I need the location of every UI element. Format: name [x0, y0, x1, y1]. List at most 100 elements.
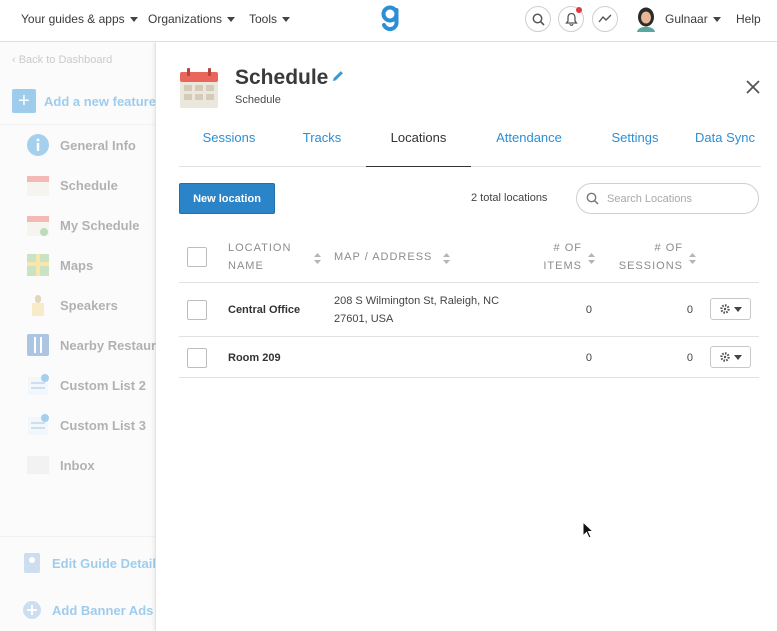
info-icon [27, 134, 49, 156]
add-banner-ads-label: Add Banner Ads [52, 602, 154, 618]
table-header: LOCATION NAME MAP / ADDRESS # OF ITEMS #… [179, 235, 759, 283]
page-subtitle: Schedule [235, 94, 281, 106]
guides-apps-menu-label: Your guides & apps [21, 12, 125, 26]
new-location-button[interactable]: New location [179, 183, 275, 214]
user-name: Gulnaar [665, 12, 708, 26]
my-schedule-icon [27, 216, 49, 236]
guides-apps-menu[interactable]: Your guides & apps [21, 12, 138, 26]
header-label: # OF [553, 242, 582, 254]
mouse-cursor-icon [582, 521, 594, 539]
activity-chart-icon [598, 14, 612, 23]
chevron-down-icon [227, 16, 236, 22]
sidebar-item-inbox[interactable]: Inbox [26, 453, 95, 477]
plus-icon: + [12, 89, 36, 113]
page-title: Schedule [235, 66, 329, 89]
chevron-down-icon [734, 354, 742, 360]
edit-guide-details-label: Edit Guide Details [52, 555, 164, 571]
column-header-location-name[interactable]: LOCATION NAME [228, 239, 291, 275]
sidebar: ‹ Back to Dashboard + Add a new feature … [0, 42, 183, 631]
location-address: 208 S Wilmington St, Raleigh, NC 27601, … [334, 292, 524, 328]
add-banner-ads-link[interactable]: Add Banner Ads [22, 600, 153, 620]
tab-bar: Sessions Tracks Locations Attendance Set… [179, 122, 761, 167]
top-navigation-bar: Your guides & apps Organizations Tools G… [0, 0, 777, 42]
search-locations-field[interactable] [576, 183, 759, 214]
header-label: ITEMS [543, 260, 582, 272]
sidebar-item-label: Schedule [60, 177, 118, 193]
tab-tracks[interactable]: Tracks [279, 122, 365, 167]
tab-attendance[interactable]: Attendance [479, 122, 579, 167]
fork-knife-icon [27, 334, 49, 356]
sort-icon[interactable] [588, 253, 595, 264]
calendar-icon [180, 68, 218, 108]
select-all-checkbox[interactable] [187, 247, 207, 267]
banner-ads-icon [23, 601, 41, 619]
row-actions-button[interactable] [710, 346, 751, 368]
microphone-icon [32, 295, 44, 316]
sidebar-item-label: Inbox [60, 457, 95, 473]
column-header-items[interactable]: # OF ITEMS [537, 239, 582, 275]
table-row[interactable]: Central Office 208 S Wilmington St, Rale… [179, 284, 759, 337]
close-icon[interactable] [745, 79, 761, 95]
organizations-menu[interactable]: Organizations [148, 12, 236, 26]
chevron-down-icon [282, 16, 291, 22]
sidebar-item-custom-list-3[interactable]: Custom List 3 [26, 413, 146, 437]
search-icon [586, 192, 599, 205]
sidebar-item-label: My Schedule [60, 217, 140, 233]
sidebar-item-schedule[interactable]: Schedule [26, 173, 118, 197]
inbox-icon [27, 456, 49, 474]
search-button[interactable] [525, 6, 551, 32]
bell-icon [564, 12, 578, 26]
header-label: # OF [654, 242, 683, 254]
user-menu[interactable]: Gulnaar [665, 12, 721, 26]
guide-details-icon [24, 553, 40, 573]
gear-icon [720, 352, 730, 362]
sidebar-item-maps[interactable]: Maps [26, 253, 93, 277]
notifications-button[interactable] [558, 6, 584, 32]
sidebar-item-label: Custom List 3 [60, 417, 146, 433]
organizations-menu-label: Organizations [148, 12, 223, 26]
custom-list-icon [28, 414, 49, 435]
chevron-down-icon [129, 16, 138, 22]
activity-button[interactable] [592, 6, 618, 32]
edit-guide-details-link[interactable]: Edit Guide Details [22, 552, 163, 574]
search-locations-input[interactable] [607, 192, 747, 205]
sidebar-item-speakers[interactable]: Speakers [26, 293, 118, 317]
sidebar-item-general-info[interactable]: General Info [26, 133, 136, 157]
notification-badge [576, 7, 582, 13]
tab-sessions[interactable]: Sessions [179, 122, 279, 167]
header-label: MAP / ADDRESS [334, 251, 433, 263]
pencil-icon[interactable] [331, 69, 345, 83]
items-count: 0 [585, 304, 592, 316]
table-row[interactable]: Room 209 0 0 [179, 338, 759, 378]
location-name: Central Office [228, 304, 301, 316]
row-checkbox[interactable] [187, 300, 207, 320]
row-checkbox[interactable] [187, 348, 207, 368]
user-avatar[interactable] [635, 6, 657, 32]
tab-settings[interactable]: Settings [591, 122, 679, 167]
help-link[interactable]: Help [736, 12, 761, 26]
chevron-down-icon [712, 16, 721, 22]
sort-icon[interactable] [314, 253, 321, 264]
sidebar-divider [0, 536, 156, 537]
column-header-address[interactable]: MAP / ADDRESS [334, 248, 432, 266]
sidebar-item-custom-list-2[interactable]: Custom List 2 [26, 373, 146, 397]
guidebook-logo-icon[interactable] [380, 4, 400, 32]
sort-icon[interactable] [689, 253, 696, 264]
sessions-count: 0 [686, 304, 693, 316]
sidebar-item-label: Speakers [60, 297, 118, 313]
total-locations-count: 2 total locations [471, 192, 548, 204]
tools-menu[interactable]: Tools [249, 12, 291, 26]
sidebar-divider [0, 124, 156, 125]
back-to-dashboard-link[interactable]: ‹ Back to Dashboard [12, 54, 112, 66]
chevron-down-icon [734, 306, 742, 312]
column-header-sessions[interactable]: # OF SESSIONS [611, 239, 683, 275]
header-label: LOCATION [228, 242, 292, 254]
tab-locations[interactable]: Locations [366, 122, 471, 167]
sidebar-item-my-schedule[interactable]: My Schedule [26, 213, 139, 237]
add-feature-button[interactable]: + Add a new feature [12, 89, 156, 113]
row-actions-button[interactable] [710, 298, 751, 320]
sort-icon[interactable] [443, 253, 450, 264]
tab-data-sync[interactable]: Data Sync [689, 122, 761, 167]
sidebar-item-label: Maps [60, 257, 94, 273]
address-line: 208 S Wilmington St, Raleigh, NC [334, 295, 500, 307]
